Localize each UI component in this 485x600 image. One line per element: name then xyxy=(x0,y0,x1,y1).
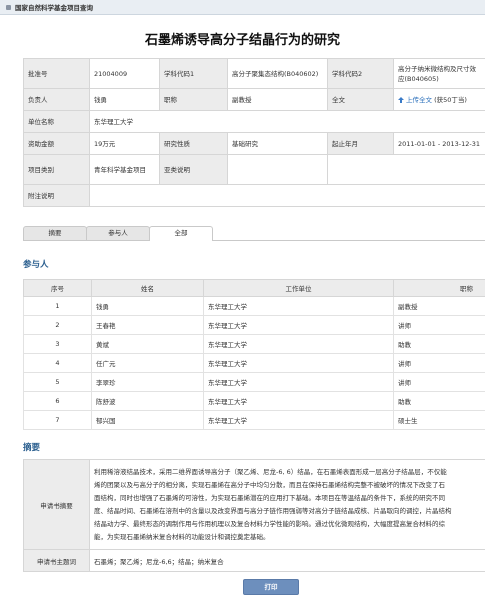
funding-label: 资助金额 xyxy=(23,132,90,155)
row-org: 东华理工大学 xyxy=(203,372,394,392)
tab-bar: 摘要 参与人 全部 xyxy=(23,226,485,241)
fulltext-cell: 上传全文 (获50丁当) xyxy=(393,88,485,111)
row-name: 钱勇 xyxy=(91,296,204,316)
tab-all[interactable]: 全部 xyxy=(149,226,213,241)
row-title: 助教 xyxy=(393,334,485,354)
row-name: 李翠珍 xyxy=(91,372,204,392)
print-button[interactable]: 打印 xyxy=(243,579,299,595)
nature-label: 研究性质 xyxy=(159,132,228,155)
nature-value: 基础研究 xyxy=(227,132,328,155)
table-row: 6 陈舒波 东华理工大学 助教 xyxy=(23,391,485,411)
subtype-value xyxy=(227,154,328,185)
upload-reward: (获50丁当) xyxy=(434,95,467,104)
row-org: 东华理工大学 xyxy=(203,391,394,411)
keywords-value: 石墨烯；聚乙烯；尼龙-6,6；结晶；纳米复合 xyxy=(89,549,485,572)
empty-cell xyxy=(327,154,485,185)
row-org: 东华理工大学 xyxy=(203,353,394,373)
job-title-label: 职称 xyxy=(159,88,228,111)
row-index: 3 xyxy=(23,334,92,354)
summary-text: 利用稀溶液结晶技术，采用二维界面诱导高分子（聚乙烯、尼龙-6, 6）结晶，在石墨… xyxy=(89,459,485,550)
col-org: 工作单位 xyxy=(203,279,394,297)
table-row: 2 王春艳 东华理工大学 讲师 xyxy=(23,315,485,335)
summary-line: 面结构，同时也增强了石墨烯的可溶性，为实现石墨烯潜在的应用打下基础。本项目在等温… xyxy=(94,493,445,502)
col-index: 序号 xyxy=(23,279,92,297)
participants-heading: 参与人 xyxy=(23,260,49,270)
row-title: 副教授 xyxy=(393,296,485,316)
summary-line: 烯的团聚以及与高分子的相分离，实现石墨烯在高分子中均匀分散，而且在保持石墨烯结构… xyxy=(94,480,445,489)
keywords-label: 申请书主题词 xyxy=(23,549,90,572)
table-row: 5 李翠珍 东华理工大学 讲师 xyxy=(23,372,485,392)
leader-label: 负责人 xyxy=(23,88,90,111)
approval-value: 21004009 xyxy=(89,58,160,89)
table-row: 7 郁兴国 东华理工大学 硕士生 xyxy=(23,410,485,430)
participants-table: 序号 姓名 工作单位 职称 1 钱勇 东华理工大学 副教授 2 王春艳 东华理工… xyxy=(23,279,485,430)
project-info-table: 批准号 21004009 学科代码1 高分子聚集态结构(B040602) 学科代… xyxy=(23,58,485,207)
leader-value: 钱勇 xyxy=(89,88,160,111)
approval-label: 批准号 xyxy=(23,58,90,89)
category-value: 青年科学基金项目 xyxy=(89,154,160,185)
row-index: 7 xyxy=(23,410,92,430)
row-index: 4 xyxy=(23,353,92,373)
table-row: 3 黄斌 东华理工大学 助教 xyxy=(23,334,485,354)
page-icon xyxy=(6,4,11,10)
code1-value: 高分子聚集态结构(B040602) xyxy=(227,58,328,89)
fulltext-label: 全文 xyxy=(327,88,394,111)
table-row: 1 钱勇 东华理工大学 副教授 xyxy=(23,296,485,316)
abstract-table: 申请书摘要 利用稀溶液结晶技术，采用二维界面诱导高分子（聚乙烯、尼龙-6, 6）… xyxy=(23,459,485,572)
row-index: 1 xyxy=(23,296,92,316)
funding-value: 19万元 xyxy=(89,132,160,155)
row-title: 讲师 xyxy=(393,372,485,392)
code2-value: 高分子纳米微结构及尺寸效应(B040605) xyxy=(393,58,485,89)
row-title: 助教 xyxy=(393,391,485,411)
row-index: 6 xyxy=(23,391,92,411)
summary-line: 结晶动力学、最终形态的调制作用与作用机理以及复合材料力学性能的影响。通过优化微观… xyxy=(94,519,445,528)
row-name: 王春艳 xyxy=(91,315,204,335)
summary-line: 度、结晶时间、石墨烯在溶剂中的含量以及改变界面与高分子链作用强弱等对高分子链结晶… xyxy=(94,506,452,515)
row-name: 黄斌 xyxy=(91,334,204,354)
row-title: 讲师 xyxy=(393,353,485,373)
row-title: 讲师 xyxy=(393,315,485,335)
row-org: 东华理工大学 xyxy=(203,296,394,316)
row-index: 5 xyxy=(23,372,92,392)
top-bar-title: 国家自然科学基金项目查询 xyxy=(15,4,93,12)
row-name: 陈舒波 xyxy=(91,391,204,411)
col-name: 姓名 xyxy=(91,279,204,297)
row-name: 郁兴国 xyxy=(91,410,204,430)
summary-line: 利用稀溶液结晶技术，采用二维界面诱导高分子（聚乙烯、尼龙-6, 6）结晶，在石墨… xyxy=(94,467,447,476)
org-value: 东华理工大学 xyxy=(89,110,485,133)
code1-label: 学科代码1 xyxy=(159,58,228,89)
row-index: 2 xyxy=(23,315,92,335)
upload-icon[interactable] xyxy=(398,96,404,103)
period-label: 起止年月 xyxy=(327,132,394,155)
row-org: 东华理工大学 xyxy=(203,334,394,354)
page-title: 石墨烯诱导高分子结晶行为的研究 xyxy=(144,33,340,48)
subtype-label: 亚类说明 xyxy=(159,154,228,185)
note-value xyxy=(89,184,485,207)
tab-abstract[interactable]: 摘要 xyxy=(23,226,87,240)
row-title: 硕士生 xyxy=(393,410,485,430)
abstract-heading: 摘要 xyxy=(23,443,41,453)
code2-label: 学科代码2 xyxy=(327,58,394,89)
period-value: 2011-01-01 - 2013-12-31 xyxy=(393,132,485,155)
note-label: 附注说明 xyxy=(23,184,90,207)
summary-label: 申请书摘要 xyxy=(23,459,90,550)
summary-line: 能，为实现石墨烯纳米复合材料的功能设计和调控奠定基础。 xyxy=(94,532,270,541)
row-org: 东华理工大学 xyxy=(203,315,394,335)
tab-participants[interactable]: 参与人 xyxy=(86,226,150,240)
table-row: 4 任广元 东华理工大学 讲师 xyxy=(23,353,485,373)
row-org: 东华理工大学 xyxy=(203,410,394,430)
category-label: 项目类别 xyxy=(23,154,90,185)
top-bar: 国家自然科学基金项目查询 xyxy=(0,0,485,15)
upload-fulltext-link[interactable]: 上传全文 xyxy=(406,96,432,104)
col-title: 职称 xyxy=(393,279,485,297)
row-name: 任广元 xyxy=(91,353,204,373)
job-title-value: 副教授 xyxy=(227,88,328,111)
org-label: 单位名称 xyxy=(23,110,90,133)
